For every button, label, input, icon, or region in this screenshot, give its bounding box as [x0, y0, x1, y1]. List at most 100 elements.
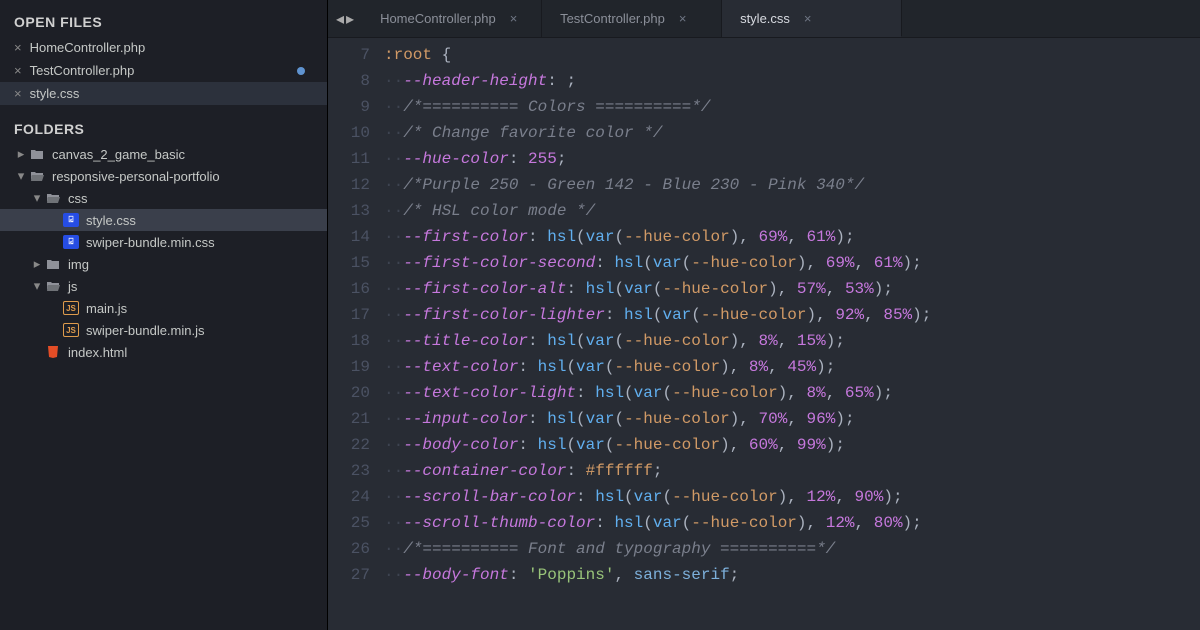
code-line[interactable]: ··--input-color: hsl(var(--hue-color), 7…	[384, 406, 1200, 432]
open-file-name: HomeController.php	[30, 40, 146, 55]
line-number: 17	[328, 302, 370, 328]
code-line[interactable]: ··--text-color: hsl(var(--hue-color), 8%…	[384, 354, 1200, 380]
code-editor[interactable]: 789101112131415161718192021222324252627 …	[328, 38, 1200, 630]
open-file-name: TestController.php	[30, 63, 135, 78]
code-line[interactable]: ··/*========== Font and typography =====…	[384, 536, 1200, 562]
line-number: 10	[328, 120, 370, 146]
chevron-down-icon: ▾	[14, 168, 28, 184]
folder-open-icon	[44, 278, 62, 294]
line-number: 11	[328, 146, 370, 172]
line-number: 22	[328, 432, 370, 458]
line-number: 20	[328, 380, 370, 406]
code-line[interactable]: ··--first-color-second: hsl(var(--hue-co…	[384, 250, 1200, 276]
file-label: style.css	[86, 213, 136, 228]
code-line[interactable]: ··--body-color: hsl(var(--hue-color), 60…	[384, 432, 1200, 458]
folder-label: css	[68, 191, 88, 206]
js-file-icon: JS	[62, 300, 80, 316]
folder-item[interactable]: ▸ canvas_2_game_basic	[0, 143, 327, 165]
line-number: 23	[328, 458, 370, 484]
folder-label: img	[68, 257, 89, 272]
line-number: 9	[328, 94, 370, 120]
code-line[interactable]: ··--header-height: ;	[384, 68, 1200, 94]
folder-item[interactable]: ▾ css	[0, 187, 327, 209]
line-number: 7	[328, 42, 370, 68]
line-number: 19	[328, 354, 370, 380]
open-files-header: OPEN FILES	[0, 8, 327, 36]
chevron-right-icon: ▸	[14, 146, 28, 162]
close-icon[interactable]: ×	[14, 86, 22, 101]
tab-close-icon[interactable]: ×	[804, 11, 812, 26]
file-label: swiper-bundle.min.js	[86, 323, 205, 338]
open-file-name: style.css	[30, 86, 80, 101]
code-line[interactable]: ··--first-color-lighter: hsl(var(--hue-c…	[384, 302, 1200, 328]
folders-header: FOLDERS	[0, 115, 327, 143]
line-number: 26	[328, 536, 370, 562]
folder-item[interactable]: ▸ img	[0, 253, 327, 275]
file-label: swiper-bundle.min.css	[86, 235, 215, 250]
code-line[interactable]: ··/* HSL color mode */	[384, 198, 1200, 224]
folder-label: canvas_2_game_basic	[52, 147, 185, 162]
file-item[interactable]: index.html	[0, 341, 327, 363]
chevron-down-icon: ▾	[30, 278, 44, 294]
folder-open-icon	[44, 190, 62, 206]
tab-label: TestController.php	[560, 11, 665, 26]
line-number-gutter: 789101112131415161718192021222324252627	[328, 38, 384, 630]
code-line[interactable]: ··--container-color: #ffffff;	[384, 458, 1200, 484]
line-number: 16	[328, 276, 370, 302]
css-file-icon: ⍃	[62, 212, 80, 228]
folder-icon	[44, 256, 62, 272]
close-icon[interactable]: ×	[14, 63, 22, 78]
line-number: 12	[328, 172, 370, 198]
code-line[interactable]: ··--hue-color: 255;	[384, 146, 1200, 172]
file-item[interactable]: JS main.js	[0, 297, 327, 319]
file-item[interactable]: ⍃ style.css	[0, 209, 327, 231]
tab-file[interactable]: TestController.php ×	[542, 0, 722, 37]
tab-label: style.css	[740, 11, 790, 26]
code-line[interactable]: ··--first-color: hsl(var(--hue-color), 6…	[384, 224, 1200, 250]
file-label: main.js	[86, 301, 127, 316]
line-number: 18	[328, 328, 370, 354]
file-label: index.html	[68, 345, 127, 360]
code-line[interactable]: ··/* Change favorite color */	[384, 120, 1200, 146]
code-content[interactable]: :root {··--header-height: ;··/*=========…	[384, 38, 1200, 630]
line-number: 14	[328, 224, 370, 250]
code-line[interactable]: ··--scroll-bar-color: hsl(var(--hue-colo…	[384, 484, 1200, 510]
open-file-item[interactable]: × TestController.php	[0, 59, 327, 82]
code-line[interactable]: ··--scroll-thumb-color: hsl(var(--hue-co…	[384, 510, 1200, 536]
open-file-item[interactable]: × style.css	[0, 82, 327, 105]
line-number: 25	[328, 510, 370, 536]
line-number: 13	[328, 198, 370, 224]
line-number: 27	[328, 562, 370, 588]
folder-item[interactable]: ▾ js	[0, 275, 327, 297]
chevron-down-icon: ▾	[30, 190, 44, 206]
unsaved-dot-icon	[297, 67, 305, 75]
code-line[interactable]: :root {	[384, 42, 1200, 68]
tab-file[interactable]: style.css ×	[722, 0, 902, 37]
css-file-icon: ⍃	[62, 234, 80, 250]
line-number: 21	[328, 406, 370, 432]
folder-icon	[28, 146, 46, 162]
tab-label: HomeController.php	[380, 11, 496, 26]
code-line[interactable]: ··/*Purple 250 - Green 142 - Blue 230 - …	[384, 172, 1200, 198]
html-file-icon	[44, 344, 62, 360]
folder-item[interactable]: ▾ responsive-personal-portfolio	[0, 165, 327, 187]
line-number: 24	[328, 484, 370, 510]
tab-close-icon[interactable]: ×	[679, 11, 687, 26]
code-line[interactable]: ··--body-font: 'Poppins', sans-serif;	[384, 562, 1200, 588]
file-item[interactable]: JS swiper-bundle.min.js	[0, 319, 327, 341]
nav-forward-icon[interactable]: ▸	[346, 9, 354, 29]
js-file-icon: JS	[62, 322, 80, 338]
file-item[interactable]: ⍃ swiper-bundle.min.css	[0, 231, 327, 253]
line-number: 15	[328, 250, 370, 276]
nav-back-icon[interactable]: ◂	[336, 9, 344, 29]
code-line[interactable]: ··--first-color-alt: hsl(var(--hue-color…	[384, 276, 1200, 302]
open-file-item[interactable]: × HomeController.php	[0, 36, 327, 59]
code-line[interactable]: ··/*========== Colors ==========*/	[384, 94, 1200, 120]
code-line[interactable]: ··--text-color-light: hsl(var(--hue-colo…	[384, 380, 1200, 406]
close-icon[interactable]: ×	[14, 40, 22, 55]
folder-open-icon	[28, 168, 46, 184]
code-line[interactable]: ··--title-color: hsl(var(--hue-color), 8…	[384, 328, 1200, 354]
tab-close-icon[interactable]: ×	[510, 11, 518, 26]
folder-label: responsive-personal-portfolio	[52, 169, 220, 184]
tab-file[interactable]: HomeController.php ×	[362, 0, 542, 37]
